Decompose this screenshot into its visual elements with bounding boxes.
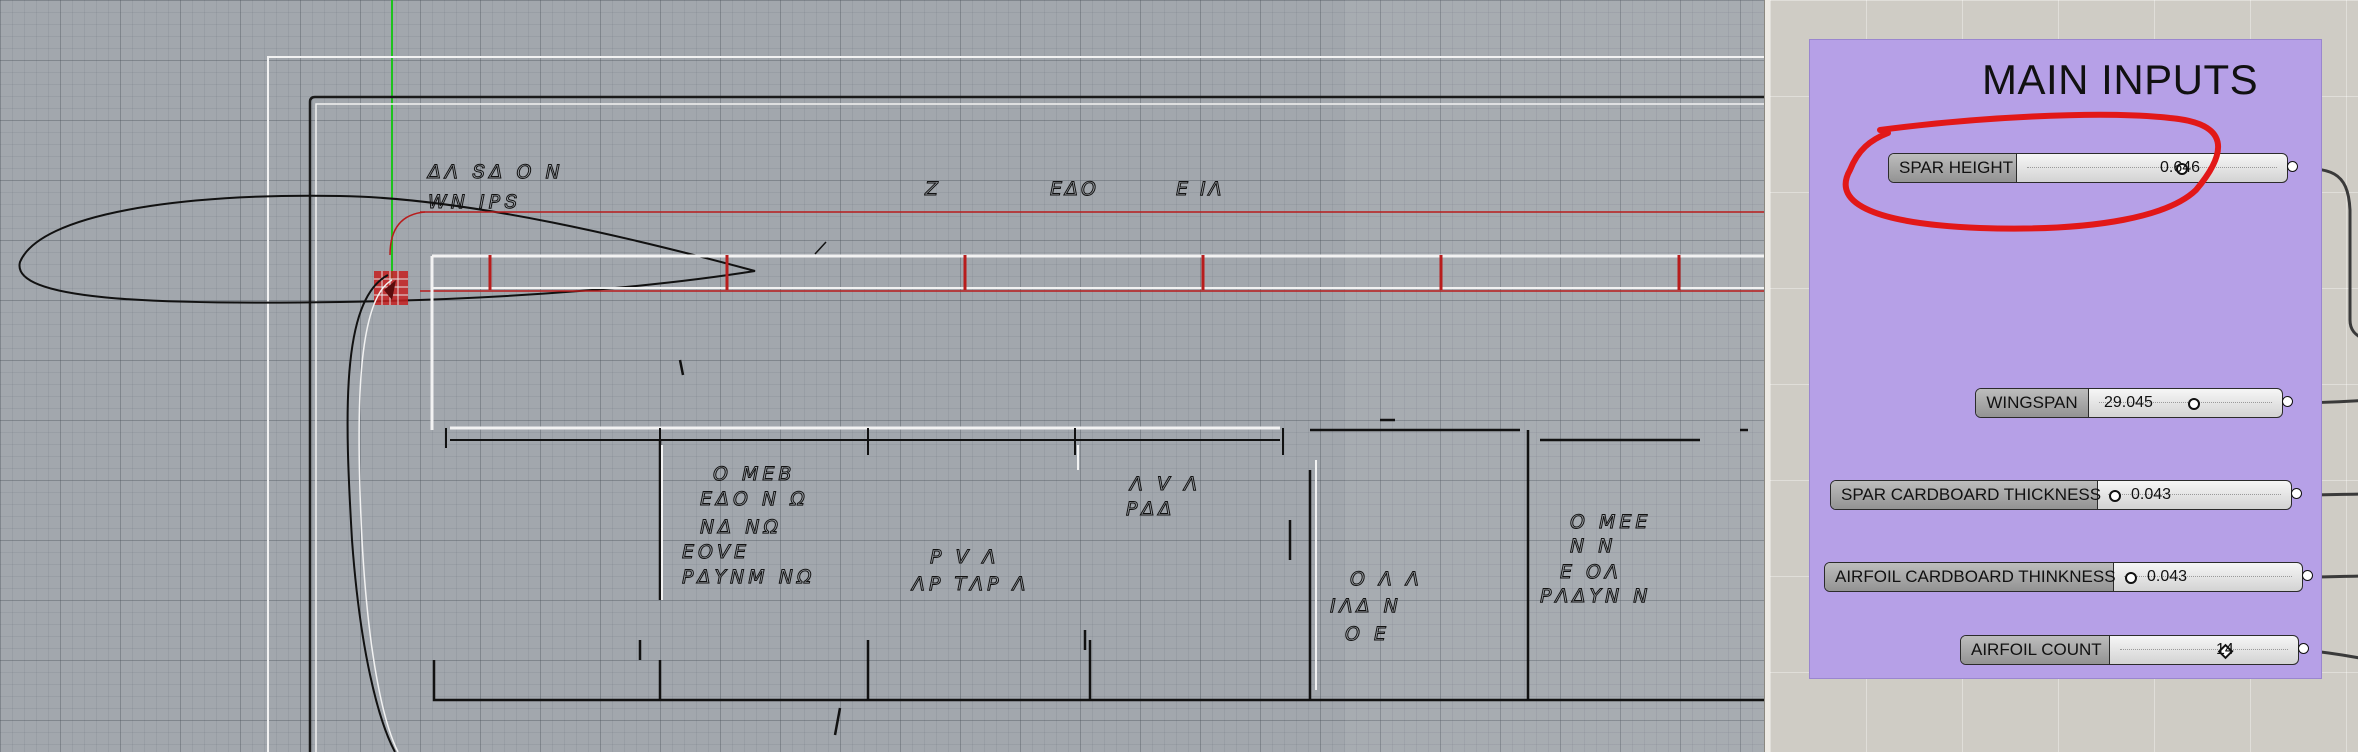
- svg-text:Ν Ν: Ν Ν: [1570, 535, 1616, 557]
- svg-text:ΡΔΔ: ΡΔΔ: [1126, 498, 1175, 520]
- svg-text:ΛΡ ΤΛΡ Λ: ΛΡ ΤΛΡ Λ: [910, 573, 1030, 595]
- grasshopper-canvas[interactable]: MAIN INPUTS SPAR HEIGHT 0.646 WINGSPAN 2…: [1770, 0, 2358, 752]
- svg-text:ΕΔΟ Ν Ω: ΕΔΟ Ν Ω: [700, 488, 809, 510]
- slider-value: 0.646: [2160, 159, 2201, 176]
- viewport-drawing: ΔΛ ՏΔ Ο Ν WΝ ΙΡՏ Ζ ΕΔΟ Ε ΙΛ Ο ΜΕΒ ΕΔΟ Ν …: [18, 0, 1768, 752]
- svg-text:Ζ: Ζ: [924, 178, 939, 200]
- group-title: MAIN INPUTS: [1982, 56, 2259, 103]
- rhino-viewport[interactable]: ΔΛ ՏΔ Ο Ν WΝ ΙΡՏ Ζ ΕΔΟ Ε ΙΛ Ο ΜΕΒ ΕΔΟ Ν …: [0, 0, 1768, 752]
- sheet-inner-frame: [308, 95, 1768, 752]
- svg-text:Ο ΜΕΕ: Ο ΜΕΕ: [1570, 511, 1651, 533]
- svg-text:WΝ ΙΡՏ: WΝ ΙΡՏ: [428, 191, 522, 213]
- svg-text:ΝΔ ΝΩ: ΝΔ ΝΩ: [700, 516, 782, 538]
- spar-corner-red: [389, 211, 426, 256]
- svg-text:Ε ΙΛ: Ε ΙΛ: [1176, 178, 1225, 200]
- airfoil-cardboard-thinkness-slider[interactable]: AIRFOIL CARDBOARD THINKNESS 0.043: [1824, 562, 2313, 592]
- rib-slots: [488, 255, 1681, 290]
- wingspan-slider[interactable]: WINGSPAN 29.045: [1975, 388, 2293, 418]
- output-port[interactable]: [2302, 570, 2313, 581]
- svg-text:ΡΛΔΥΝ Ν: ΡΛΔΥΝ Ν: [1540, 585, 1652, 607]
- svg-text:Λ V Λ: Λ V Λ: [1128, 473, 1201, 495]
- guide-curve-outer: [346, 274, 396, 752]
- svg-text:Ο Ε: Ο Ε: [1345, 623, 1390, 645]
- svg-text:Ρ V Λ: Ρ V Λ: [930, 546, 1000, 568]
- layout-bar-marks: [445, 428, 1284, 455]
- rib-tick: [814, 241, 827, 255]
- svg-text:ΙΛΔ Ν: ΙΛΔ Ν: [1330, 595, 1402, 617]
- slider-grip[interactable]: [2188, 398, 2201, 410]
- svg-text:Ο ΜΕΒ: Ο ΜΕΒ: [713, 463, 795, 485]
- airfoil-count-slider[interactable]: AIRFOIL COUNT 14: [1960, 635, 2309, 665]
- spar-cardboard-thickness-slider[interactable]: SPAR CARDBOARD THICKNESS 0.043: [1830, 480, 2302, 510]
- slider-label: AIRFOIL CARDBOARD THINKNESS: [1825, 563, 2116, 591]
- slider-value: 29.045: [2104, 394, 2153, 411]
- output-port[interactable]: [2287, 161, 2298, 172]
- svg-text:ΕΟVΕ: ΕΟVΕ: [682, 541, 750, 563]
- leading-edge-points: [374, 271, 408, 305]
- svg-text:ΡΔΥΝΜ ΝΩ: ΡΔΥΝΜ ΝΩ: [682, 566, 815, 588]
- output-port[interactable]: [2298, 643, 2309, 654]
- slider-label: AIRFOIL COUNT: [1961, 636, 2110, 664]
- svg-text:ΕΔΟ: ΕΔΟ: [1050, 178, 1099, 200]
- svg-text:Ο Λ Λ: Ο Λ Λ: [1350, 568, 1423, 590]
- svg-text:ΔΛ ՏΔ Ο Ν: ΔΛ ՏΔ Ο Ν: [426, 161, 564, 183]
- slider-grip[interactable]: [2124, 572, 2137, 584]
- engraving-glyphs: ΔΛ ՏΔ Ο Ν WΝ ΙΡՏ Ζ ΕΔΟ Ε ΙΛ Ο ΜΕΒ ΕΔΟ Ν …: [426, 161, 1652, 646]
- output-port[interactable]: [2291, 488, 2302, 499]
- slider-label: SPAR HEIGHT: [1889, 154, 2017, 182]
- slider-grip[interactable]: [2108, 490, 2121, 502]
- slider-label: WINGSPAN: [1976, 389, 2089, 417]
- slider-value: 0.043: [2131, 486, 2172, 503]
- spar-height-slider[interactable]: SPAR HEIGHT 0.646: [1888, 153, 2298, 183]
- slider-value: 0.043: [2147, 568, 2188, 585]
- slider-label: SPAR CARDBOARD THICKNESS: [1831, 481, 2101, 509]
- output-port[interactable]: [2282, 396, 2293, 407]
- guide-curve-inner: [358, 279, 399, 752]
- slider-value: 14: [2216, 641, 2234, 658]
- svg-text:Ε ΟΛ: Ε ΟΛ: [1560, 561, 1622, 583]
- layout-panels: [432, 359, 1768, 736]
